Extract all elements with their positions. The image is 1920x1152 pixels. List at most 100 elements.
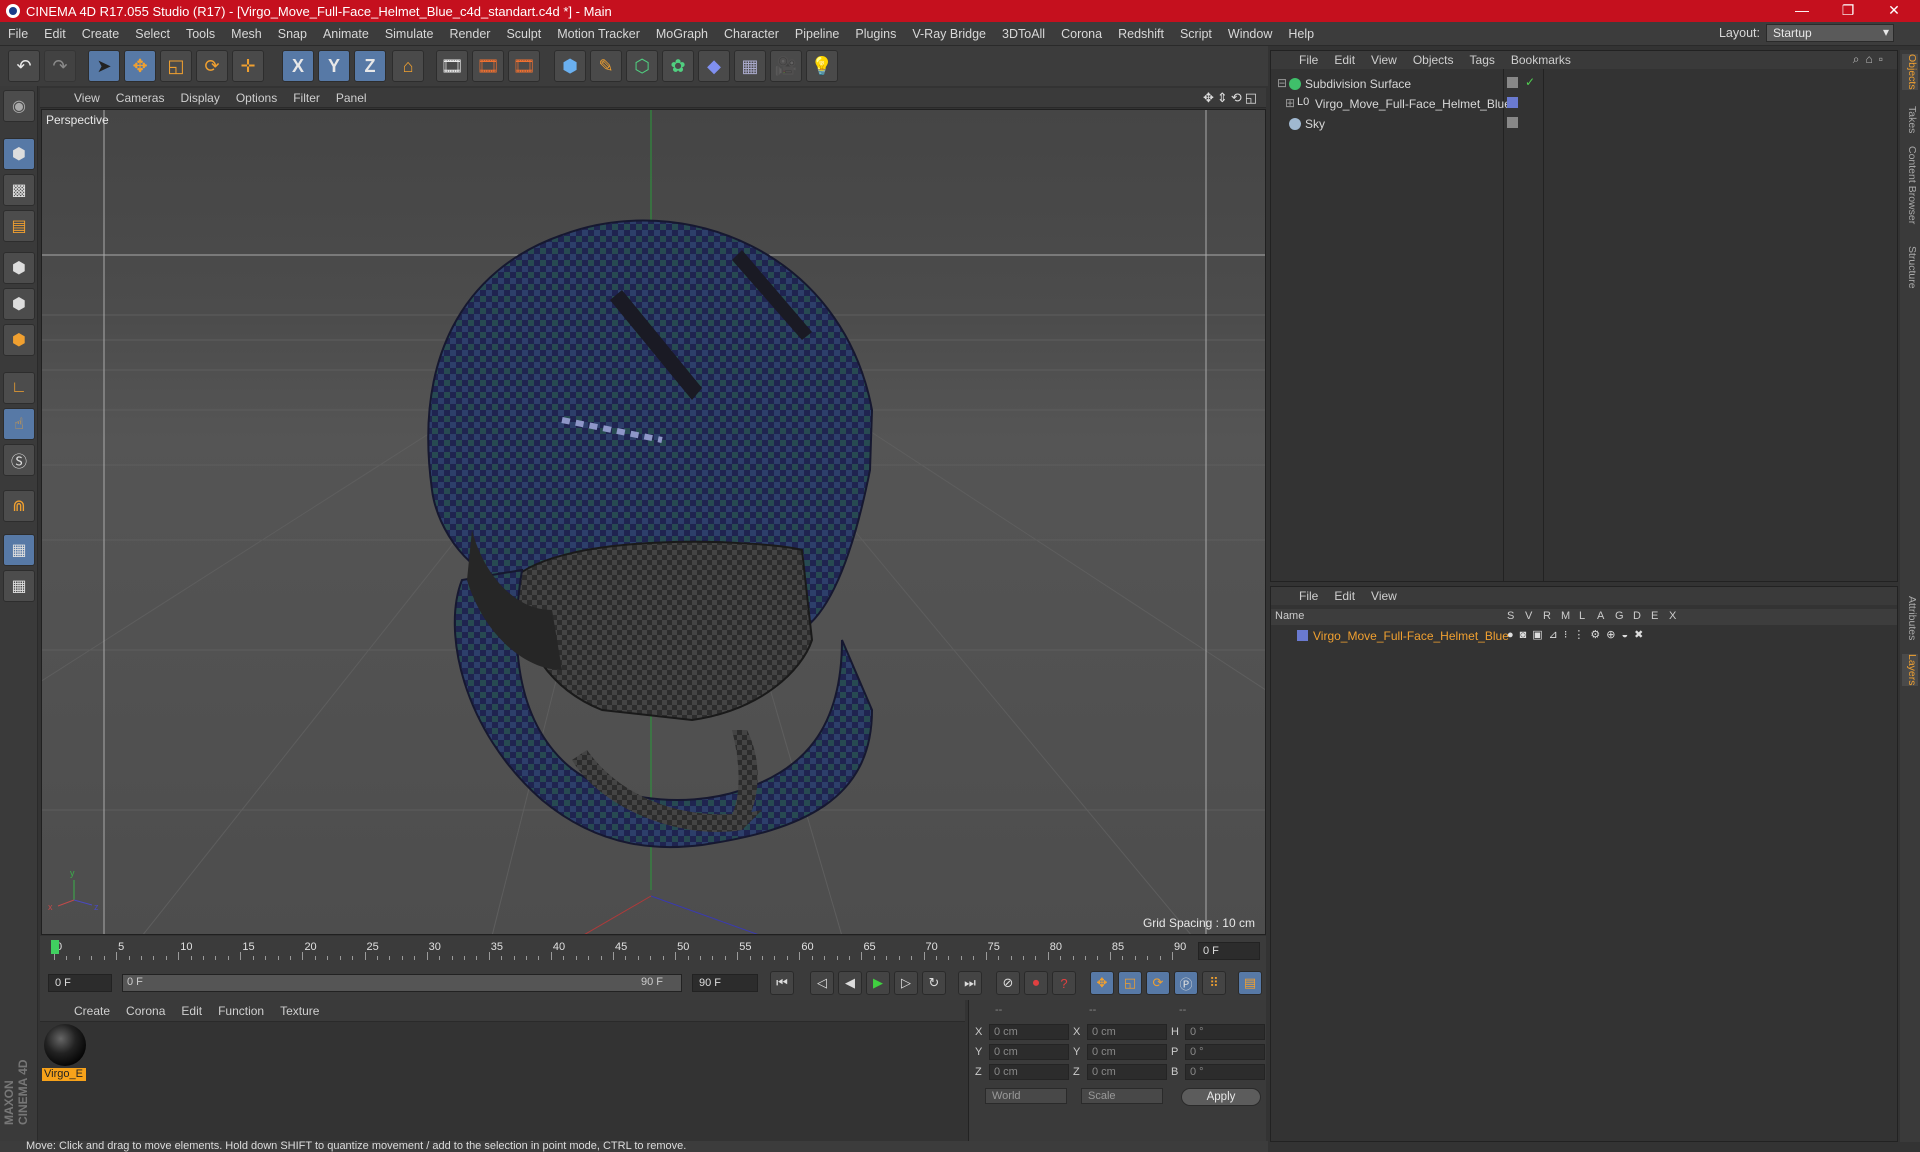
coord-pos-x-field[interactable]: 0 cm — [989, 1024, 1069, 1040]
points-mode-icon[interactable]: ⬢ — [3, 252, 35, 284]
material-menu-create[interactable]: Create — [66, 1004, 118, 1018]
workplane-lock-icon[interactable]: ▦ — [3, 534, 35, 566]
layer-col-xref[interactable]: X — [1669, 610, 1676, 622]
go-to-end-icon[interactable]: ⏭ — [958, 971, 982, 995]
viewport-menu-display[interactable]: Display — [172, 91, 227, 105]
subdivision-surface-icon[interactable]: ⬡ — [626, 50, 658, 82]
layer-col-visible[interactable]: V — [1525, 610, 1532, 622]
objects-menu-file[interactable]: File — [1291, 53, 1326, 67]
menu-render[interactable]: Render — [441, 27, 498, 41]
coord-rot-b-field[interactable]: 0 ° — [1185, 1064, 1265, 1080]
mograph-cloner-icon[interactable]: ✿ — [662, 50, 694, 82]
viewport-nav-icons[interactable]: ✥⇕⟲◱ — [1203, 90, 1260, 106]
select-arrow-icon[interactable]: ➤ — [88, 50, 120, 82]
key-position-icon[interactable]: ✥ — [1090, 971, 1114, 995]
layer-col-locked[interactable]: L — [1579, 610, 1585, 622]
apply-button[interactable]: Apply — [1181, 1088, 1261, 1106]
menu-3dtoall[interactable]: 3DToAll — [994, 27, 1053, 41]
record-active-objects-icon[interactable]: ⏺ — [1024, 971, 1048, 995]
snapping-magnet-icon[interactable]: ⋒ — [3, 490, 35, 522]
cube-primitive-icon[interactable]: ⬢ — [554, 50, 586, 82]
timeline-window-icon[interactable]: ▤ — [1238, 971, 1262, 995]
minimize-button[interactable]: — — [1780, 0, 1824, 22]
material-preview-ball[interactable] — [44, 1024, 86, 1066]
tab-structure[interactable]: Structure — [1902, 246, 1918, 289]
menu-motion-tracker[interactable]: Motion Tracker — [549, 27, 648, 41]
light-bulb-icon[interactable]: 💡 — [806, 50, 838, 82]
transform-tool-icon[interactable]: ✛ — [232, 50, 264, 82]
coord-size-z-field[interactable]: 0 cm — [1087, 1064, 1167, 1080]
object-name[interactable]: Subdivision Surface — [1305, 77, 1411, 91]
layer-color-swatch[interactable] — [1297, 630, 1308, 641]
deformer-icon[interactable]: ◆ — [698, 50, 730, 82]
menu-file[interactable]: File — [0, 27, 36, 41]
menu-redshift[interactable]: Redshift — [1110, 27, 1172, 41]
menu-mesh[interactable]: Mesh — [223, 27, 270, 41]
key-pla-icon[interactable]: ⠿ — [1202, 971, 1226, 995]
layer-col-manager[interactable]: M — [1561, 610, 1570, 622]
menu-select[interactable]: Select — [127, 27, 178, 41]
objects-menu-view[interactable]: View — [1363, 53, 1405, 67]
tab-attributes[interactable]: Attributes — [1902, 596, 1918, 640]
coord-pos-z-field[interactable]: 0 cm — [989, 1064, 1069, 1080]
render-settings-icon[interactable]: 🎞 — [508, 50, 540, 82]
menu-character[interactable]: Character — [716, 27, 787, 41]
layer-col-animation[interactable]: A — [1597, 610, 1604, 622]
move-tool-icon[interactable]: ✥ — [124, 50, 156, 82]
next-frame-icon[interactable]: ▷ — [894, 971, 918, 995]
material-menu-function[interactable]: Function — [210, 1004, 272, 1018]
key-rotation-icon[interactable]: ⟳ — [1146, 971, 1170, 995]
viewport-menu-filter[interactable]: Filter — [285, 91, 328, 105]
z-axis-lock-button[interactable]: Z — [354, 50, 386, 82]
menu-window[interactable]: Window — [1220, 27, 1280, 41]
object-name[interactable]: Virgo_Move_Full-Face_Helmet_Blue — [1315, 97, 1511, 111]
menu-simulate[interactable]: Simulate — [377, 27, 442, 41]
motion-record-icon[interactable]: ⊘ — [996, 971, 1020, 995]
material-menu-edit[interactable]: Edit — [173, 1004, 210, 1018]
timeline-ruler[interactable]: 0 5 10 15 20 25 30 35 40 45 50 55 60 65 70 75 80 85 90 — [50, 938, 1198, 964]
model-mode-icon[interactable]: ⬢ — [3, 138, 35, 170]
maximize-button[interactable]: ❐ — [1826, 0, 1870, 22]
menu-create[interactable]: Create — [74, 27, 128, 41]
layer-col-render[interactable]: R — [1543, 610, 1551, 622]
camera-icon[interactable]: 🎥 — [770, 50, 802, 82]
close-button[interactable]: ✕ — [1872, 0, 1916, 22]
objects-menu-tags[interactable]: Tags — [1462, 53, 1503, 67]
previous-keyframe-icon[interactable]: ◁ — [810, 971, 834, 995]
viewport-menu-options[interactable]: Options — [228, 91, 285, 105]
material-menu-corona[interactable]: Corona — [118, 1004, 173, 1018]
x-axis-lock-button[interactable]: X — [282, 50, 314, 82]
solo-mode-icon[interactable]: Ⓢ — [3, 444, 35, 476]
layer-col-generators[interactable]: G — [1615, 610, 1624, 622]
menu-plugins[interactable]: Plugins — [847, 27, 904, 41]
spline-pen-icon[interactable]: ✎ — [590, 50, 622, 82]
layer-swatch[interactable] — [1507, 117, 1518, 128]
material-menu-texture[interactable]: Texture — [272, 1004, 327, 1018]
floor-grid-icon[interactable]: ▦ — [734, 50, 766, 82]
object-row-helmet[interactable]: ⊞ L0 Virgo_Move_Full-Face_Helmet_Blue — [1271, 95, 1897, 113]
layers-menu-edit[interactable]: Edit — [1326, 589, 1363, 603]
redo-icon[interactable]: ↷ — [44, 50, 76, 82]
menu-help[interactable]: Help — [1280, 27, 1322, 41]
current-frame-field[interactable]: 0 F — [1198, 942, 1260, 960]
tab-takes[interactable]: Takes — [1902, 106, 1918, 133]
layer-row[interactable]: Virgo_Move_Full-Face_Helmet_Blue ●◙▣⊿⁝⋮⚙… — [1271, 627, 1897, 645]
make-editable-icon[interactable]: ◉ — [3, 90, 35, 122]
object-manager-search-icon[interactable]: ⌕⌂▫ — [1853, 52, 1889, 67]
frame-range-slider[interactable]: 0 F 90 F — [122, 974, 682, 992]
menu-edit[interactable]: Edit — [36, 27, 74, 41]
layer-col-expressions[interactable]: E — [1651, 610, 1658, 622]
tweak-mode-icon[interactable]: ☝ — [3, 408, 35, 440]
quantize-grid-icon[interactable]: ▦ — [3, 570, 35, 602]
axis-mode-icon[interactable]: ∟ — [3, 372, 35, 404]
layer-col-deformers[interactable]: D — [1633, 610, 1641, 622]
layers-menu-view[interactable]: View — [1363, 589, 1405, 603]
layer-swatch[interactable] — [1507, 77, 1518, 88]
layer-swatch[interactable] — [1507, 97, 1518, 108]
render-view-icon[interactable]: 🎞 — [436, 50, 468, 82]
layout-dropdown[interactable]: Startup — [1766, 24, 1894, 42]
layer-col-solo[interactable]: S — [1507, 610, 1514, 622]
object-name[interactable]: Sky — [1305, 117, 1325, 131]
menu-tools[interactable]: Tools — [178, 27, 223, 41]
menu-snap[interactable]: Snap — [270, 27, 315, 41]
